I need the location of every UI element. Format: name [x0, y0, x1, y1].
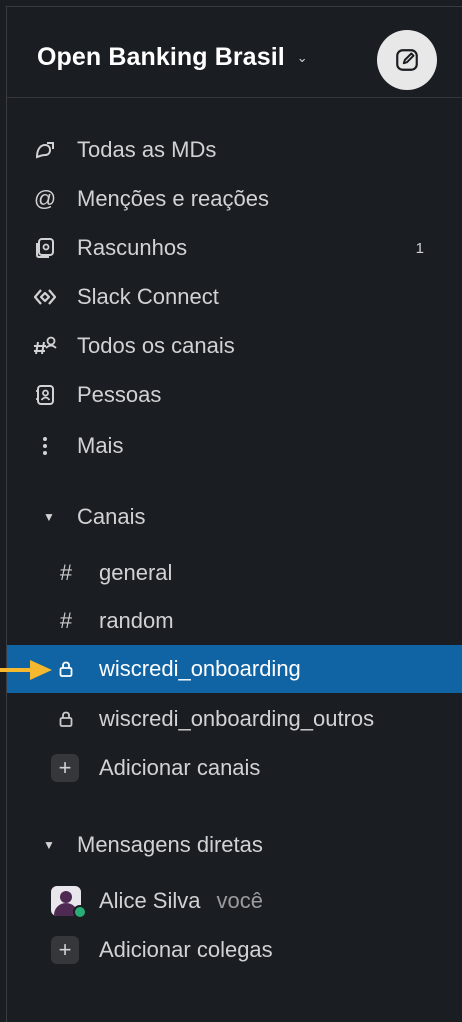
channel-browse-icon	[31, 332, 59, 360]
nav-item-people[interactable]: Pessoas	[7, 373, 462, 417]
dm-name: Alice Silva	[99, 888, 201, 913]
dms-icon	[31, 136, 59, 164]
caret-down-icon: ▼	[43, 838, 55, 852]
at-icon: @	[33, 186, 57, 211]
sidebar: Open Banking Brasil ⌄ Todas as MDs @ Men…	[6, 6, 462, 1022]
dm-section-toggle[interactable]: ▼ Mensagens diretas	[7, 823, 462, 867]
channel-general[interactable]: # general	[7, 551, 462, 595]
hash-icon: #	[59, 608, 73, 633]
nav-item-all-channels[interactable]: Todos os canais	[7, 324, 462, 368]
plus-icon: +	[51, 936, 79, 964]
nav-item-label: Pessoas	[77, 382, 162, 407]
workspace-name: Open Banking Brasil	[37, 43, 285, 71]
channel-label: random	[99, 608, 174, 633]
chevron-down-icon: ⌄	[296, 49, 308, 65]
nav-item-label: Todas as MDs	[77, 137, 217, 162]
workspace-switcher[interactable]: Open Banking Brasil ⌄	[37, 43, 308, 72]
hash-icon: #	[59, 560, 73, 585]
nav-item-label: Rascunhos	[77, 235, 188, 260]
people-icon	[31, 381, 59, 409]
nav-item-label: Slack Connect	[77, 284, 219, 309]
add-colleagues-label: Adicionar colegas	[99, 937, 273, 962]
nav-item-dms[interactable]: Todas as MDs	[7, 128, 462, 172]
add-channels-label: Adicionar canais	[99, 755, 261, 780]
lock-icon	[53, 705, 79, 733]
sidebar-header: Open Banking Brasil ⌄	[7, 7, 462, 98]
nav-item-mentions[interactable]: @ Menções e reações	[7, 177, 462, 221]
channels-section-toggle[interactable]: ▼ Canais	[7, 495, 462, 539]
add-colleagues-button[interactable]: + Adicionar colegas	[7, 928, 462, 972]
nav-item-drafts[interactable]: Rascunhos 1	[7, 226, 462, 270]
section-label: Canais	[77, 504, 146, 529]
drafts-count-badge: 1	[415, 239, 424, 257]
section-label: Mensagens diretas	[77, 832, 263, 857]
caret-down-icon: ▼	[43, 510, 55, 524]
nav-item-label: Menções e reações	[77, 186, 269, 211]
nav-item-label: Todos os canais	[77, 333, 235, 358]
pointer-arrow-icon	[0, 660, 52, 680]
slack-connect-icon	[31, 283, 59, 311]
plus-icon: +	[51, 754, 79, 782]
add-channels-button[interactable]: + Adicionar canais	[7, 746, 462, 790]
more-icon	[31, 432, 59, 460]
compose-button[interactable]	[377, 30, 437, 90]
channel-wiscredi-onboarding[interactable]: wiscredi_onboarding	[7, 645, 462, 693]
dm-alice-silva[interactable]: Alice Silva você	[7, 879, 462, 923]
channel-label: wiscredi_onboarding_outros	[99, 706, 375, 731]
channel-wiscredi-onboarding-outros[interactable]: wiscredi_onboarding_outros	[7, 697, 462, 741]
presence-active-icon	[73, 905, 87, 919]
nav-item-more[interactable]: Mais	[7, 424, 462, 468]
compose-icon	[396, 49, 418, 71]
channel-label: general	[99, 560, 173, 585]
nav-item-label: Mais	[77, 433, 124, 458]
channel-random[interactable]: # random	[7, 599, 462, 643]
you-label: você	[216, 888, 263, 913]
channel-label: wiscredi_onboarding	[99, 656, 301, 681]
drafts-icon	[31, 234, 59, 262]
nav-item-slack-connect[interactable]: Slack Connect	[7, 275, 462, 319]
